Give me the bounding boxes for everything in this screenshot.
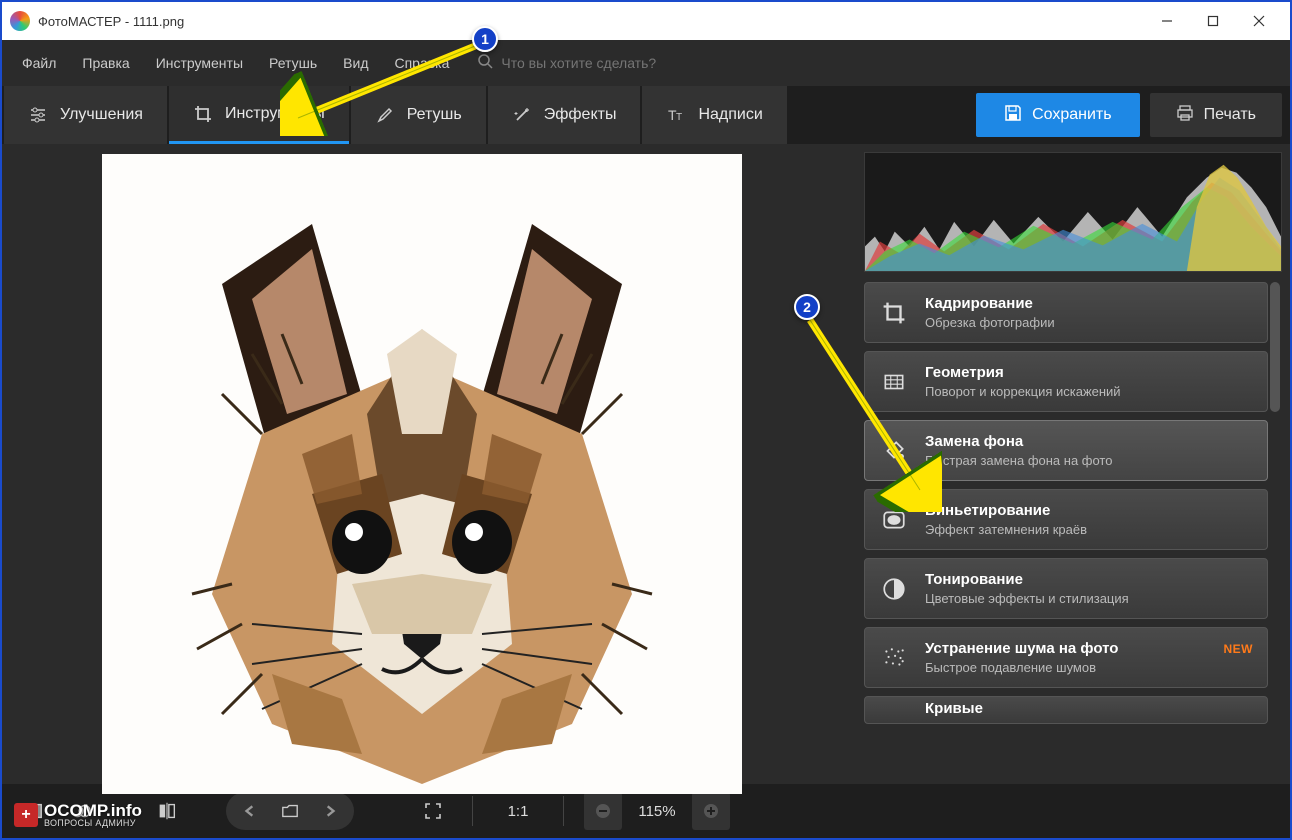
watermark-badge: +	[14, 803, 38, 827]
tool-vignette[interactable]: Виньетирование Эффект затемнения краёв	[864, 489, 1268, 550]
tool-desc: Цветовые эффекты и стилизация	[925, 591, 1129, 606]
watermark-main: OCOMP.info	[44, 802, 142, 819]
history-open-button[interactable]	[270, 792, 310, 830]
tool-replace-background[interactable]: Замена фона Быстрая замена фона на фото	[864, 420, 1268, 481]
tool-title: Тонирование	[925, 571, 1129, 588]
tab-label: Улучшения	[60, 106, 143, 124]
tool-desc: Обрезка фотографии	[925, 315, 1055, 330]
search-icon	[477, 53, 493, 74]
save-label: Сохранить	[1032, 106, 1112, 124]
workspace: Кадрирование Обрезка фотографии Геометрия…	[2, 144, 1290, 784]
menu-view[interactable]: Вид	[333, 49, 378, 77]
menu-retouch[interactable]: Ретушь	[259, 49, 327, 77]
print-label: Печать	[1204, 106, 1256, 124]
print-icon	[1176, 104, 1194, 127]
titlebar: ФотоМАСТЕР - 1111.png	[2, 2, 1290, 40]
tool-title: Замена фона	[925, 433, 1112, 450]
tool-desc: Быстрое подавление шумов	[925, 660, 1118, 675]
menu-help[interactable]: Справка	[384, 49, 459, 77]
histogram[interactable]	[864, 152, 1282, 272]
zoom-in-button[interactable]	[692, 792, 730, 830]
scrollbar-thumb[interactable]	[1270, 282, 1280, 412]
history-nav	[226, 792, 354, 830]
menu-file[interactable]: Файл	[12, 49, 66, 77]
watermark-sub: ВОПРОСЫ АДМИНУ	[44, 819, 142, 828]
tab-text[interactable]: TT Надписи	[642, 86, 786, 144]
print-button[interactable]: Печать	[1150, 93, 1282, 137]
new-badge: NEW	[1224, 642, 1254, 656]
tab-label: Надписи	[698, 106, 762, 124]
crop-icon	[193, 104, 213, 124]
zoom-out-button[interactable]	[584, 792, 622, 830]
side-panel: Кадрирование Обрезка фотографии Геометрия…	[850, 144, 1290, 784]
tool-title: Кадрирование	[925, 295, 1055, 312]
tools-list[interactable]: Кадрирование Обрезка фотографии Геометрия…	[864, 282, 1282, 776]
tab-label: Ретушь	[407, 106, 462, 124]
canvas-area[interactable]	[2, 144, 850, 784]
menu-edit[interactable]: Правка	[72, 49, 139, 77]
tool-geometry[interactable]: Геометрия Поворот и коррекция искажений	[864, 351, 1268, 412]
noise-icon	[879, 643, 909, 673]
tool-title: Виньетирование	[925, 502, 1087, 519]
tab-enhancements[interactable]: Улучшения	[4, 86, 167, 144]
tabbar: Улучшения Инструменты Ретушь Эффекты TT …	[2, 86, 1290, 144]
save-icon	[1004, 104, 1022, 127]
flip-button[interactable]	[148, 792, 186, 830]
tool-title: Геометрия	[925, 364, 1121, 381]
app-logo-icon	[10, 11, 30, 31]
text-icon: TT	[666, 105, 686, 125]
fit-screen-button[interactable]	[414, 792, 452, 830]
tool-noise-reduction[interactable]: Устранение шума на фото Быстрое подавлени…	[864, 627, 1268, 688]
tool-desc: Поворот и коррекция искажений	[925, 384, 1121, 399]
history-next-button[interactable]	[310, 792, 350, 830]
tab-label: Инструменты	[225, 105, 325, 123]
search-input[interactable]	[501, 55, 761, 71]
tab-label: Эффекты	[544, 106, 617, 124]
tool-desc: Эффект затемнения краёв	[925, 522, 1087, 537]
vignette-icon	[879, 505, 909, 535]
svg-text:T: T	[676, 112, 682, 123]
zoom-percent[interactable]: 115%	[632, 803, 682, 820]
callout-one: 1	[472, 26, 498, 52]
scrollbar[interactable]	[1270, 282, 1280, 776]
tool-toning[interactable]: Тонирование Цветовые эффекты и стилизация	[864, 558, 1268, 619]
tool-curves[interactable]: Кривые	[864, 696, 1268, 724]
tab-effects[interactable]: Эффекты	[488, 86, 641, 144]
curves-icon	[879, 693, 909, 723]
watermark: + OCOMP.info ВОПРОСЫ АДМИНУ	[14, 802, 142, 828]
sliders-icon	[28, 105, 48, 125]
paint-bucket-icon	[879, 436, 909, 466]
tab-retouch[interactable]: Ретушь	[351, 86, 486, 144]
tab-instruments[interactable]: Инструменты	[169, 86, 349, 144]
canvas-image[interactable]	[102, 154, 742, 794]
callout-two: 2	[794, 294, 820, 320]
menu-tools[interactable]: Инструменты	[146, 49, 253, 77]
crop-icon	[879, 298, 909, 328]
close-button[interactable]	[1236, 6, 1282, 36]
tone-icon	[879, 574, 909, 604]
tool-desc: Быстрая замена фона на фото	[925, 453, 1112, 468]
tool-title: Устранение шума на фото	[925, 640, 1118, 657]
geometry-icon	[879, 367, 909, 397]
tool-title: Кривые	[925, 700, 983, 717]
menubar: Файл Правка Инструменты Ретушь Вид Справ…	[2, 40, 1290, 86]
minimize-button[interactable]	[1144, 6, 1190, 36]
wand-icon	[512, 105, 532, 125]
history-prev-button[interactable]	[230, 792, 270, 830]
zoom-ratio[interactable]: 1:1	[493, 803, 543, 820]
maximize-button[interactable]	[1190, 6, 1236, 36]
save-button[interactable]: Сохранить	[976, 93, 1140, 137]
window-title: ФотоМАСТЕР - 1111.png	[38, 14, 1144, 29]
brush-icon	[375, 105, 395, 125]
tool-crop[interactable]: Кадрирование Обрезка фотографии	[864, 282, 1268, 343]
